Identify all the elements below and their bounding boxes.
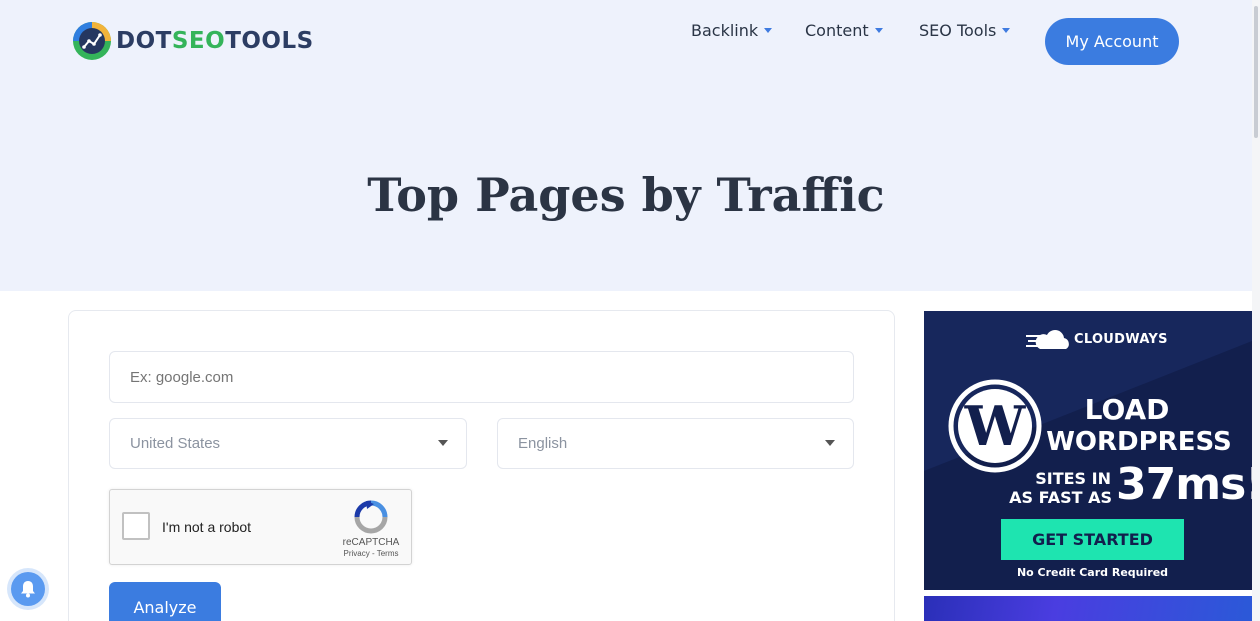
logo-chart-icon bbox=[73, 22, 111, 60]
page-scrollbar-thumb[interactable] bbox=[1254, 6, 1258, 138]
caret-down-icon bbox=[1002, 27, 1011, 33]
nav-label-backlink: Backlink bbox=[691, 20, 759, 40]
my-account-button[interactable]: My Account bbox=[1045, 18, 1179, 65]
logo-text-tools: TOOLS bbox=[225, 28, 314, 54]
nav-label-seo-tools: SEO Tools bbox=[919, 20, 997, 40]
recaptcha-widget: I'm not a robot reCAPTCHA Privacy - Term… bbox=[109, 489, 412, 565]
wordpress-logo-icon: W bbox=[948, 379, 1042, 473]
language-select[interactable]: English bbox=[497, 418, 854, 469]
recaptcha-label: I'm not a robot bbox=[162, 519, 252, 535]
recaptcha-privacy-terms-link[interactable]: Privacy - Terms bbox=[330, 549, 412, 558]
ad-get-started-button[interactable]: GET STARTED bbox=[1001, 519, 1184, 560]
analyze-button[interactable]: Analyze bbox=[109, 582, 221, 621]
cloudways-ad-banner[interactable]: CLOUDWAYS W LOAD WORDPRESS SITES IN AS F… bbox=[924, 311, 1252, 590]
svg-text:W: W bbox=[964, 394, 1027, 458]
cloud-icon bbox=[1026, 330, 1069, 349]
caret-down-icon bbox=[874, 27, 883, 33]
notification-bell-button[interactable] bbox=[11, 572, 45, 606]
nav-item-content[interactable]: Content bbox=[805, 21, 883, 40]
recaptcha-checkbox[interactable] bbox=[122, 512, 150, 540]
page-title: Top Pages by Traffic bbox=[367, 168, 885, 222]
logo-wordmark: DOTSEOTOOLS bbox=[116, 28, 314, 54]
nav-label-content: Content bbox=[805, 20, 869, 40]
logo-text-seo: SEO bbox=[171, 28, 226, 54]
recaptcha-icon bbox=[354, 500, 388, 534]
nav-item-seo-tools[interactable]: SEO Tools bbox=[919, 20, 1011, 40]
ad-headline-2: WORDPRESS bbox=[1046, 427, 1232, 457]
dropdown-arrow-icon bbox=[438, 440, 448, 446]
bell-icon bbox=[21, 581, 35, 598]
domain-input[interactable] bbox=[109, 351, 854, 403]
hero-header: DOTSEOTOOLS Backlink Content SEO Tools M… bbox=[0, 0, 1252, 291]
ad-speed-value: 37ms! bbox=[1116, 459, 1252, 510]
dropdown-arrow-icon bbox=[825, 440, 835, 446]
nav-item-backlink[interactable]: Backlink bbox=[691, 20, 773, 40]
ad-brand-row: CLOUDWAYS bbox=[1026, 327, 1168, 351]
site-logo[interactable]: DOTSEOTOOLS bbox=[72, 20, 314, 62]
caret-down-icon bbox=[764, 27, 773, 33]
second-ad-banner[interactable] bbox=[924, 596, 1252, 621]
recaptcha-brand: reCAPTCHA bbox=[342, 537, 400, 548]
ad-brand-name: CLOUDWAYS bbox=[1074, 331, 1168, 347]
ad-subline-1: SITES IN bbox=[1035, 469, 1111, 488]
ad-note: No Credit Card Required bbox=[1016, 566, 1169, 579]
ad-subline-2: AS FAST AS bbox=[1009, 488, 1112, 507]
ad-headline-1: LOAD bbox=[1084, 393, 1170, 426]
logo-text-dot: DOT bbox=[116, 28, 172, 54]
country-select[interactable]: United States bbox=[109, 418, 467, 469]
language-select-value: English bbox=[518, 435, 568, 452]
country-select-value: United States bbox=[130, 435, 221, 452]
